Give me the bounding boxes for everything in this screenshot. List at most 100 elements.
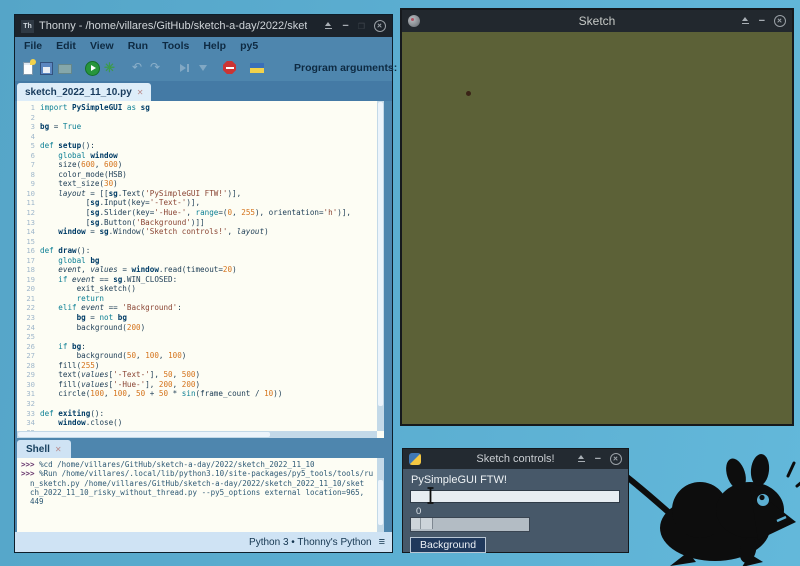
code-line: 29 text(values['-Text-'], 50, 500) xyxy=(26,370,201,380)
sketch-circle-shape xyxy=(466,91,471,96)
controls-close-button[interactable] xyxy=(610,453,622,465)
hue-slider[interactable] xyxy=(410,517,530,532)
code-line: 18 event, values = window.read(timeout=2… xyxy=(26,265,237,275)
code-line: 19 if event == sg.WIN_CLOSED: xyxy=(26,274,178,284)
code-line: 23 bg = not bg xyxy=(26,313,127,323)
code-line: 1 import PySimpleGUI as sg xyxy=(30,103,150,112)
run-icon[interactable] xyxy=(85,60,100,76)
shell-line: n_sketch.py /home/villares/GitHub/sketch… xyxy=(30,478,365,488)
sketch-canvas xyxy=(402,32,792,424)
hamburger-menu-icon[interactable]: ≡ xyxy=(379,536,385,548)
slider-handle[interactable] xyxy=(411,518,433,529)
open-folder-icon[interactable] xyxy=(57,60,72,76)
ukraine-flag-icon[interactable] xyxy=(250,60,265,76)
code-line: 6 global window xyxy=(30,150,118,160)
menu-tools[interactable]: Tools xyxy=(155,38,196,54)
controls-minimize-button[interactable]: − xyxy=(595,453,601,464)
code-line: 20 exit_sketch() xyxy=(26,284,137,294)
toolbar: Program arguments: ▼ xyxy=(15,55,419,81)
python-app-icon xyxy=(409,453,421,465)
editor-tab-bar: sketch_2022_11_10.py ✕ xyxy=(15,81,392,101)
interpreter-status[interactable]: Python 3 • Thonny's Python xyxy=(249,537,372,548)
sketch-minimize-button[interactable]: − xyxy=(759,15,765,26)
py5-app-icon xyxy=(408,15,420,27)
shell-line: 449 xyxy=(30,497,44,507)
sketch-shade-button[interactable] xyxy=(741,16,750,26)
desktop: Th Thonny - /home/villares/GitHub/sketch… xyxy=(0,0,800,566)
menu-run[interactable]: Run xyxy=(121,38,155,54)
code-line: 12 [sg.Slider(key='-Hue-', range=(0, 255… xyxy=(26,208,351,218)
code-line: 9 text_size(30) xyxy=(30,179,118,189)
save-icon[interactable] xyxy=(39,60,54,76)
code-line: 3 bg = True xyxy=(30,122,82,132)
minimize-button[interactable]: − xyxy=(342,20,348,31)
pysimplegui-label: PySimpleGUI FTW! xyxy=(411,474,507,486)
editor-vertical-scrollbar[interactable] xyxy=(377,101,384,431)
sketch-window: Sketch − xyxy=(400,8,794,426)
code-line: 33 def exiting(): xyxy=(26,408,105,418)
menu-py5[interactable]: py5 xyxy=(233,38,265,54)
code-line: 24 background(200) xyxy=(26,322,146,332)
thonny-window-title: Thonny - /home/villares/GitHub/sketch-a-… xyxy=(39,20,308,32)
sketch-close-button[interactable] xyxy=(774,15,786,27)
program-arguments-label: Program arguments: xyxy=(294,62,398,74)
stop-icon[interactable] xyxy=(223,60,238,76)
code-line: 10 layout = [[sg.Text('PySimpleGUI FTW!'… xyxy=(26,188,242,198)
code-line: 27 background(50, 100, 100) xyxy=(26,351,187,361)
shell-line: >>> %cd /home/villares/GitHub/sketch-a-d… xyxy=(21,460,315,469)
code-line: 17 global bg xyxy=(26,255,100,265)
tab-close-icon[interactable]: ✕ xyxy=(137,88,144,97)
tab-shell[interactable]: Shell ✕ xyxy=(17,440,71,458)
shell-tab-close-icon[interactable]: ✕ xyxy=(55,445,62,454)
slider-value: 0 xyxy=(416,506,422,517)
step-over-icon[interactable] xyxy=(177,60,192,76)
shell-tab-bar: Shell ✕ xyxy=(15,438,392,458)
maximize-button[interactable]: ❐ xyxy=(358,22,365,31)
thonny-titlebar[interactable]: Th Thonny - /home/villares/GitHub/sketch… xyxy=(15,15,392,37)
menu-help[interactable]: Help xyxy=(196,38,233,54)
code-line: 2 xyxy=(30,112,35,122)
code-line: 7 size(600, 600) xyxy=(30,160,123,170)
code-line: 31 circle(100, 100, 50 + 50 * sin(frame_… xyxy=(26,389,283,399)
new-file-icon[interactable] xyxy=(21,59,36,76)
code-line: 26 if bg: xyxy=(26,341,86,351)
shade-button[interactable] xyxy=(324,21,333,31)
sketch-controls-window: Sketch controls! − PySimpleGUI FTW! 0 Ba… xyxy=(402,448,629,553)
code-line: 30 fill(values['-Hue-'], 200, 200) xyxy=(26,379,201,389)
shell-tab-label: Shell xyxy=(26,443,50,455)
mouse-silhouette xyxy=(607,454,800,566)
controls-shade-button[interactable] xyxy=(577,454,586,464)
code-line: 13 [sg.Button('Background')]] xyxy=(26,217,205,227)
code-line: 21 return xyxy=(26,293,105,303)
background-button[interactable]: Background xyxy=(410,537,487,553)
code-editor[interactable]: 1 import PySimpleGUI as sg 2 3 bg = True 4 5 de… xyxy=(17,101,384,438)
tab-sketch-file[interactable]: sketch_2022_11_10.py ✕ xyxy=(17,83,152,101)
sketch-titlebar[interactable]: Sketch − xyxy=(402,10,792,32)
controls-titlebar[interactable]: Sketch controls! − xyxy=(403,449,628,469)
code-line: 11 [sg.Input(key='-Text-')], xyxy=(26,198,201,208)
mouse-whiskers xyxy=(786,461,800,488)
close-button[interactable] xyxy=(374,20,386,32)
editor-horizontal-scrollbar[interactable] xyxy=(17,431,377,438)
shell-vertical-scrollbar[interactable] xyxy=(377,458,384,532)
menu-edit[interactable]: Edit xyxy=(49,38,83,54)
code-line: 28 fill(255) xyxy=(26,360,100,370)
thonny-app-icon: Th xyxy=(21,19,34,33)
text-input[interactable] xyxy=(410,490,620,503)
ibeam-cursor xyxy=(427,487,434,504)
menu-view[interactable]: View xyxy=(83,38,121,54)
menu-bar: File Edit View Run Tools Help py5 xyxy=(15,37,392,55)
redo-icon[interactable] xyxy=(149,60,164,76)
code-line: 34 window.close() xyxy=(26,418,123,428)
code-line: 15 xyxy=(26,236,35,246)
step-into-icon[interactable] xyxy=(195,60,210,76)
code-line: 22 elif event == 'Background': xyxy=(26,303,182,313)
menu-file[interactable]: File xyxy=(17,38,49,54)
shell-pane[interactable]: >>> %cd /home/villares/GitHub/sketch-a-d… xyxy=(17,458,384,532)
tab-label: sketch_2022_11_10.py xyxy=(25,86,132,98)
undo-icon[interactable] xyxy=(131,60,146,76)
debug-icon[interactable] xyxy=(103,60,118,76)
sketch-window-title: Sketch xyxy=(578,14,616,28)
code-line: 16 def draw(): xyxy=(26,246,91,256)
code-line: 8 color_mode(HSB) xyxy=(30,169,127,179)
